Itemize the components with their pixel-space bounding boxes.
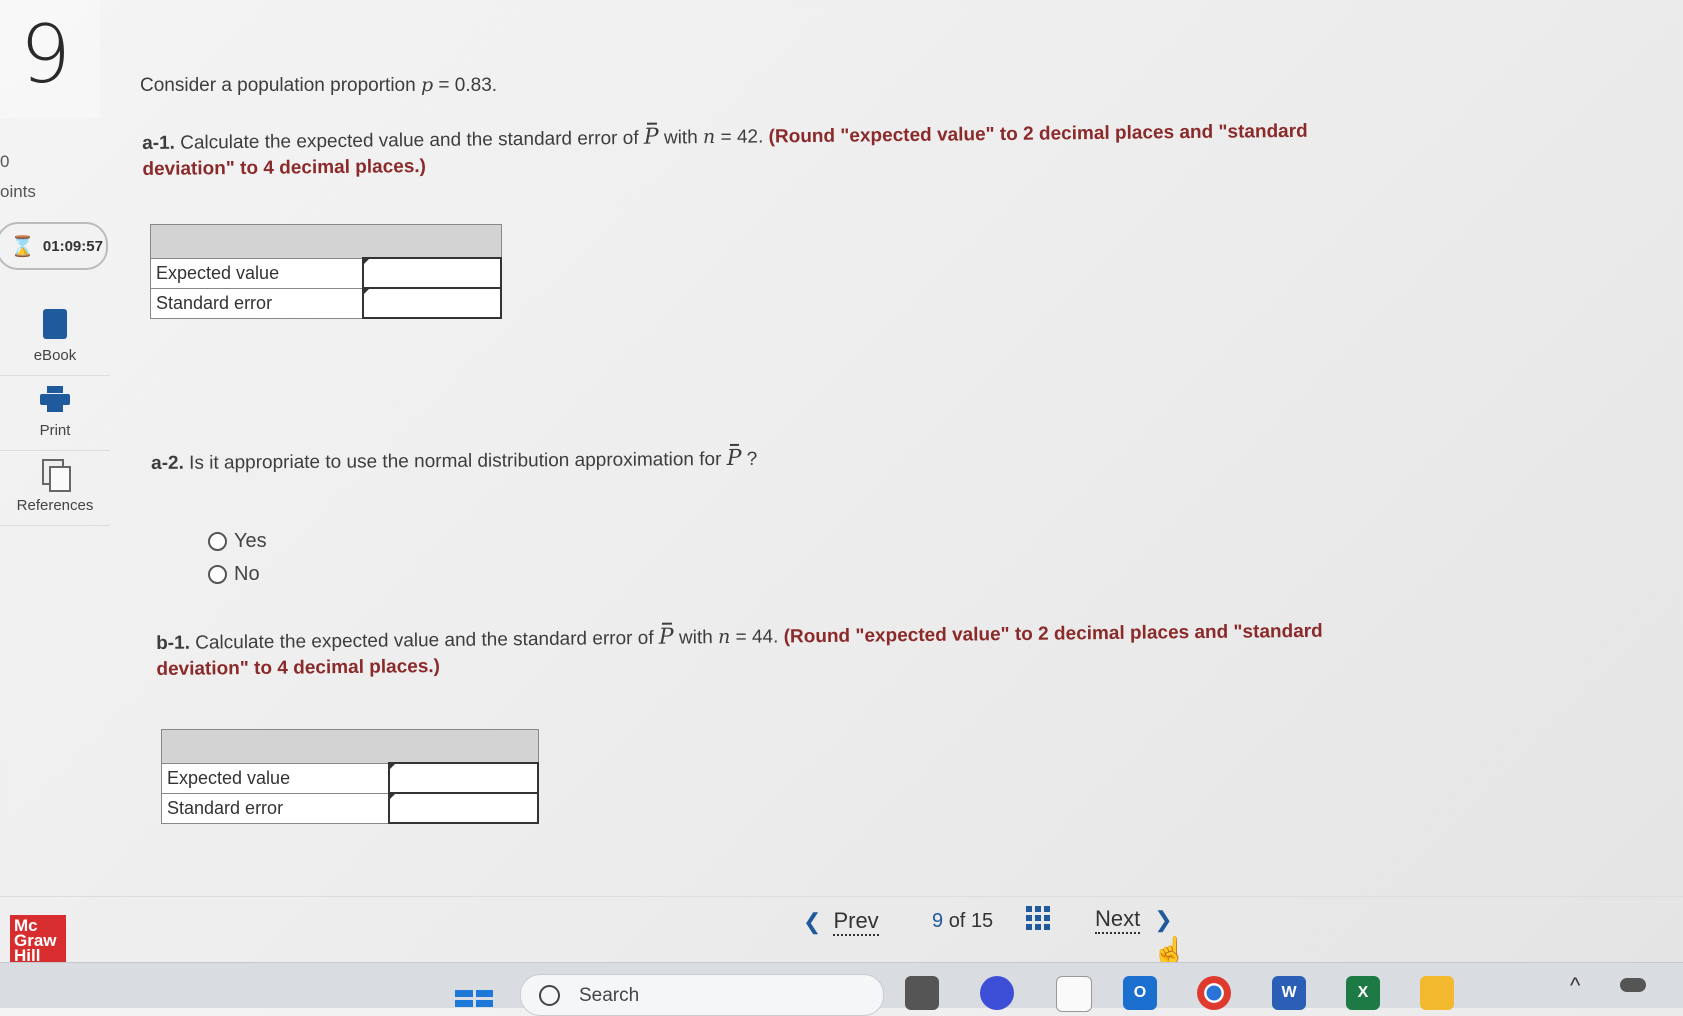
- references-icon: [42, 459, 71, 492]
- radio-yes-label: Yes: [234, 530, 267, 552]
- video-call-icon[interactable]: [980, 976, 1014, 1010]
- radio-yes[interactable]: Yes: [208, 530, 267, 553]
- timer[interactable]: ⌛ 01:09:57: [0, 222, 108, 270]
- part-b1-tag: b-1.: [156, 632, 191, 654]
- hourglass-icon: ⌛: [10, 235, 35, 258]
- points-value: 0: [0, 152, 10, 171]
- word-icon[interactable]: W: [1272, 976, 1306, 1010]
- prev-label: Prev: [833, 908, 879, 936]
- nav-divider: [0, 896, 1683, 897]
- cloud-icon[interactable]: [1620, 978, 1646, 992]
- next-label: Next: [1095, 906, 1141, 934]
- print-button[interactable]: Print: [0, 378, 110, 451]
- part-b1-prompt: b-1. Calculate the expected value and th…: [156, 620, 1323, 680]
- ebook-button[interactable]: eBook: [0, 303, 110, 376]
- table-row: Standard error: [160, 792, 540, 824]
- expected-value-input-b1[interactable]: [387, 762, 540, 794]
- part-a2-tag: a-2.: [151, 452, 184, 474]
- outlook-icon[interactable]: O: [1123, 976, 1157, 1010]
- standard-error-label: Standard error: [150, 287, 364, 319]
- search-placeholder: Search: [579, 985, 640, 1006]
- chevron-right-icon: ❯: [1154, 907, 1173, 932]
- standard-error-label: Standard error: [160, 792, 390, 824]
- excel-icon[interactable]: X: [1346, 976, 1380, 1010]
- file-explorer-icon[interactable]: [905, 976, 939, 1010]
- chevron-up-icon[interactable]: ^: [1570, 973, 1580, 999]
- expected-value-label: Expected value: [150, 257, 364, 289]
- p-bar-symbol: P: [658, 624, 674, 650]
- part-a1-prompt: a-1. Calculate the expected value and th…: [142, 120, 1308, 180]
- answer-table-b1: Expected value Standard error: [160, 729, 540, 824]
- expected-value-input-a1[interactable]: [362, 257, 502, 289]
- question-intro: Consider a population proportion p = 0.8…: [140, 74, 498, 96]
- radio-circle[interactable]: [208, 532, 227, 551]
- table-header: [150, 224, 502, 259]
- folder-icon[interactable]: [1420, 976, 1454, 1010]
- search-icon: [539, 985, 560, 1006]
- answer-table-a1: Expected value Standard error: [150, 224, 502, 319]
- timer-text: 01:09:57: [42, 237, 103, 255]
- part-a1-tag: a-1.: [142, 132, 175, 154]
- taskbar-search[interactable]: Search: [520, 974, 884, 1016]
- printer-icon: [40, 386, 70, 412]
- radio-circle[interactable]: [208, 565, 227, 584]
- windows-start-icon[interactable]: [455, 990, 493, 1007]
- chevron-left-icon: ❮: [803, 909, 822, 934]
- question-grid-icon[interactable]: [1026, 906, 1050, 930]
- radio-no[interactable]: No: [208, 563, 260, 586]
- table-row: Expected value: [160, 762, 540, 794]
- next-button[interactable]: Next ❯: [1095, 906, 1173, 934]
- book-icon: [43, 309, 67, 339]
- table-row: Expected value: [150, 257, 502, 289]
- points-label: oints: [0, 182, 36, 201]
- references-button[interactable]: References: [0, 453, 110, 526]
- page-indicator: 9 of 15: [932, 910, 994, 932]
- chrome-icon[interactable]: [1197, 976, 1231, 1010]
- question-number: 9: [20, 8, 71, 101]
- print-label: Print: [39, 422, 71, 439]
- ebook-label: eBook: [33, 347, 77, 364]
- radio-no-label: No: [234, 563, 260, 585]
- prev-button[interactable]: ❮ Prev: [803, 908, 879, 936]
- p-bar-symbol: P: [726, 445, 742, 471]
- table-header: [161, 729, 539, 764]
- standard-error-input-a1[interactable]: [362, 287, 502, 319]
- p-bar-symbol: P: [643, 124, 659, 150]
- standard-error-input-b1[interactable]: [387, 792, 540, 824]
- table-row: Standard error: [150, 287, 502, 319]
- part-a2-prompt: a-2. Is it appropriate to use the normal…: [151, 445, 758, 474]
- expected-value-label: Expected value: [160, 762, 390, 794]
- references-label: References: [16, 497, 94, 514]
